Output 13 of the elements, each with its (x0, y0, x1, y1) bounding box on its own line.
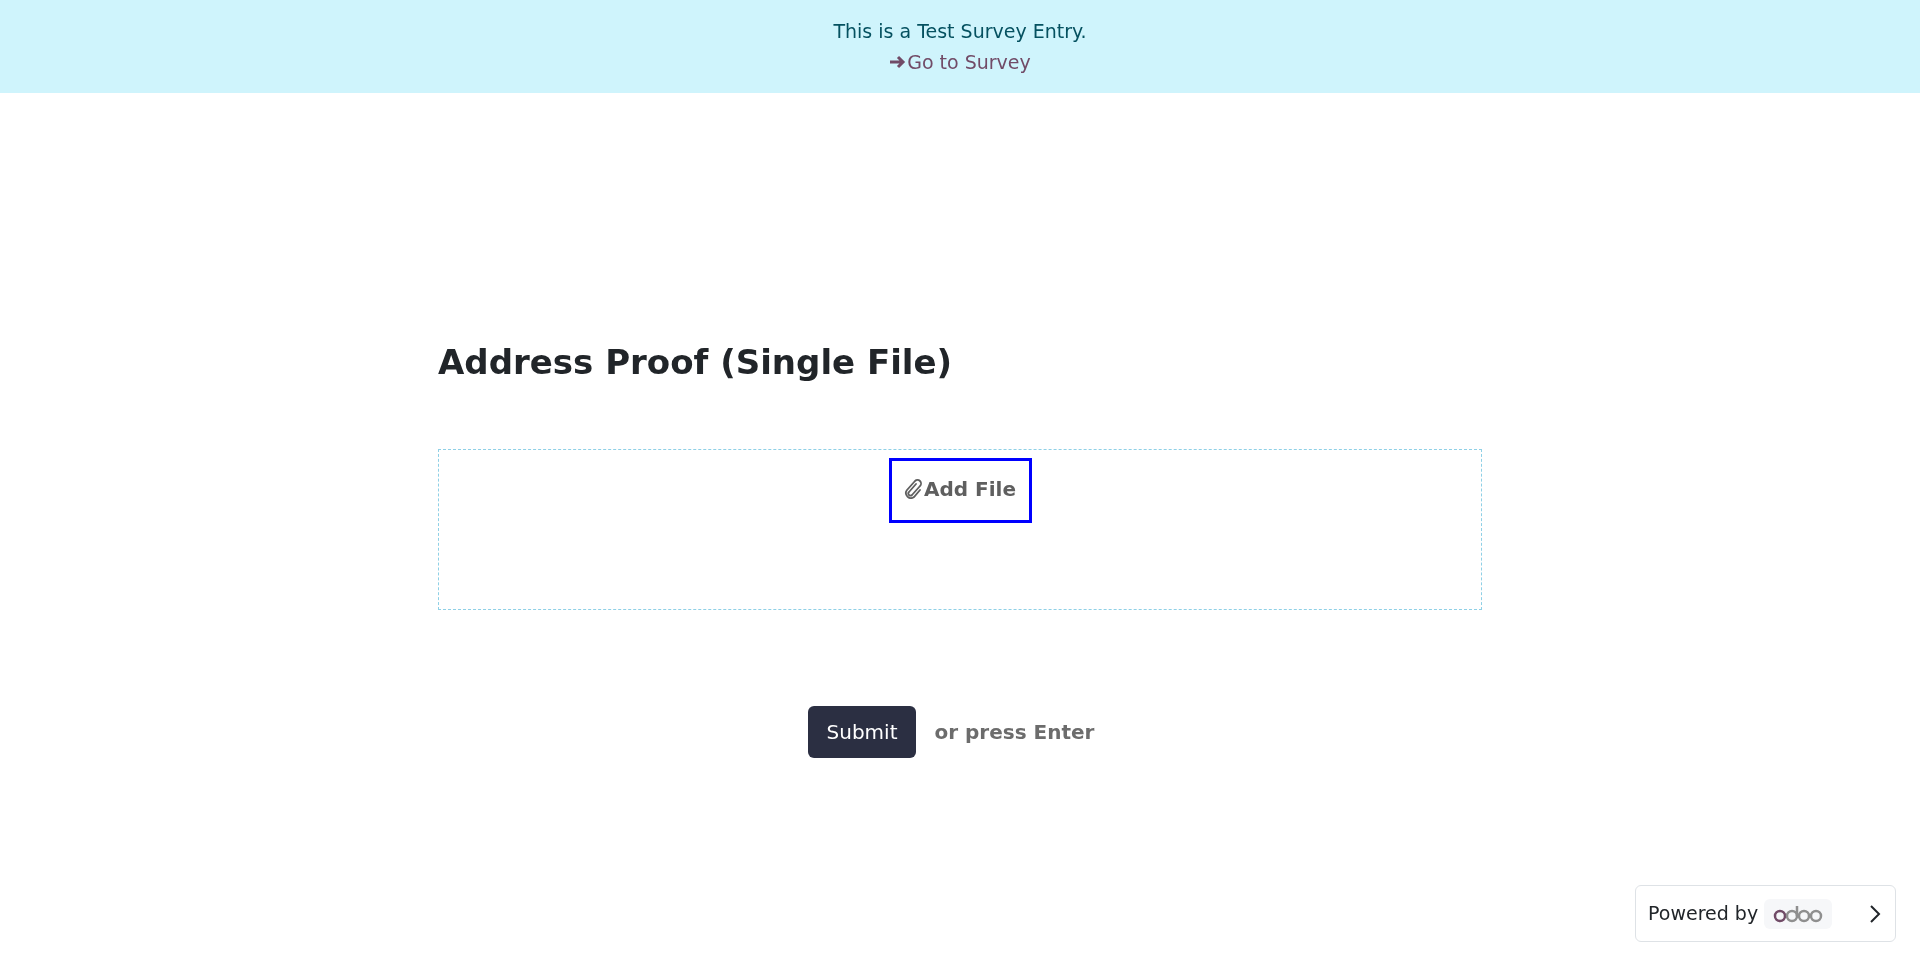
question-title: Address Proof (Single File) (438, 345, 954, 379)
odoo-logo (1764, 898, 1833, 929)
file-drop-zone[interactable]: Add File (438, 449, 1482, 610)
paperclip-icon (904, 479, 922, 499)
submit-hint: or press Enter (934, 719, 1095, 746)
arrow-right-icon (889, 54, 908, 70)
submit-button[interactable]: Submit (807, 706, 917, 758)
powered-by-badge[interactable]: Powered by (1635, 885, 1896, 942)
powered-by-text: Powered by (1648, 901, 1759, 927)
go-to-survey-link[interactable]: Go to Survey (889, 52, 1031, 72)
add-file-button[interactable]: Add File (888, 458, 1032, 523)
banner-text: This is a Test Survey Entry. (833, 21, 1087, 41)
chevron-right-icon[interactable] (1869, 903, 1881, 924)
